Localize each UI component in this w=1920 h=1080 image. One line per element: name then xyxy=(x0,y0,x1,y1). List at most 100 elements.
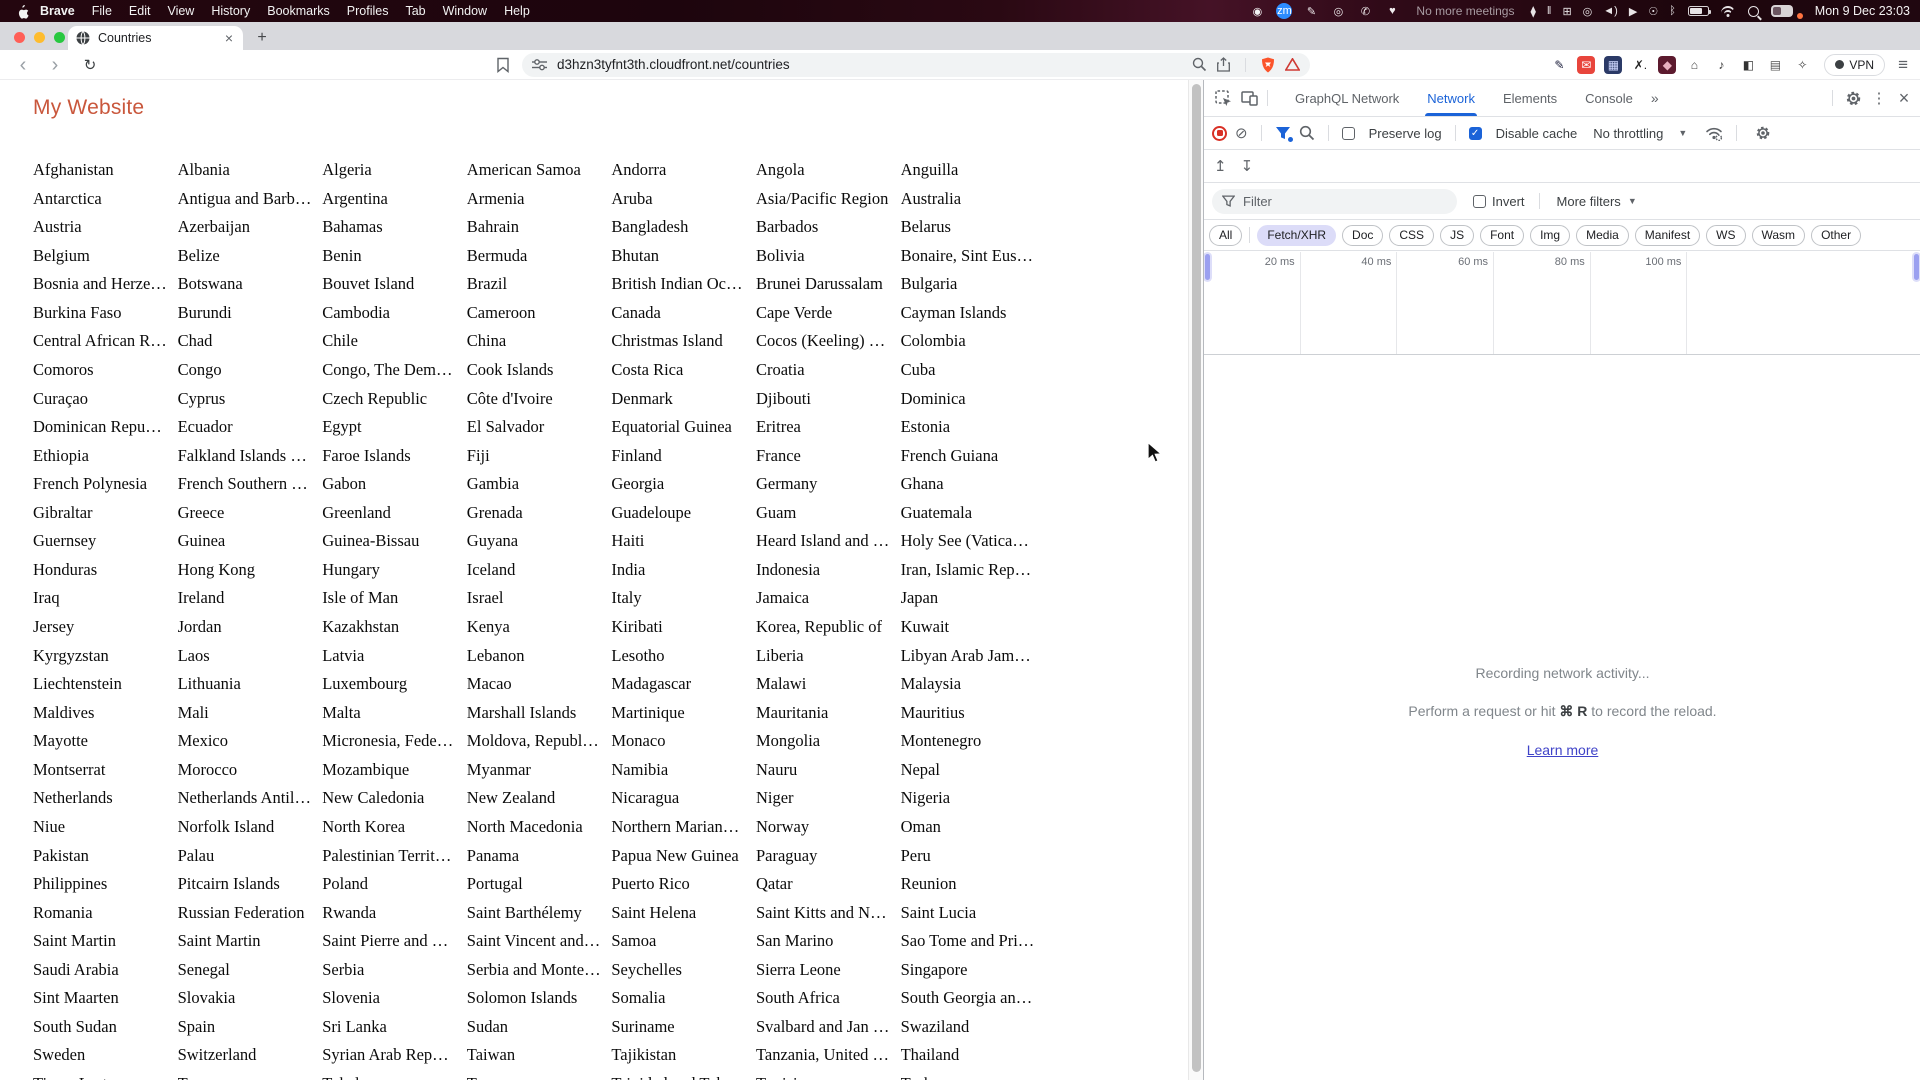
country-cell[interactable]: Faroe Islands xyxy=(322,442,467,471)
country-cell[interactable]: Sweden xyxy=(33,1041,178,1070)
menu-item[interactable]: History xyxy=(211,4,250,18)
throttling-select[interactable]: No throttling xyxy=(1593,126,1663,141)
app-status-icon[interactable]: ✎ xyxy=(1303,3,1319,19)
menu-item[interactable]: Edit xyxy=(129,4,151,18)
system-status-icon[interactable]: ⧫ xyxy=(1530,5,1535,18)
country-cell[interactable]: Liberia xyxy=(756,642,901,671)
country-cell[interactable]: Netherlands xyxy=(33,784,178,813)
country-cell[interactable]: Namibia xyxy=(611,756,756,785)
export-har-icon[interactable]: ↧ xyxy=(1241,157,1254,175)
country-cell[interactable]: Lithuania xyxy=(178,670,323,699)
country-cell[interactable]: Slovakia xyxy=(178,984,323,1013)
menu-item[interactable]: View xyxy=(167,4,194,18)
country-cell[interactable]: Pitcairn Islands xyxy=(178,870,323,899)
country-cell[interactable]: Cayman Islands xyxy=(901,299,1046,328)
country-cell[interactable]: Germany xyxy=(756,470,901,499)
country-cell[interactable]: Norfolk Island xyxy=(178,813,323,842)
system-status-icon[interactable]: ‖ xyxy=(1547,5,1552,17)
request-type-chip[interactable]: JS xyxy=(1440,224,1475,246)
country-cell[interactable]: Andorra xyxy=(611,156,756,185)
request-type-chip[interactable]: Media xyxy=(1576,224,1629,246)
country-cell[interactable]: Thailand xyxy=(901,1041,1046,1070)
invert-checkbox[interactable] xyxy=(1473,194,1486,208)
country-cell[interactable]: Denmark xyxy=(611,385,756,414)
country-cell[interactable]: Poland xyxy=(322,870,467,899)
country-cell[interactable]: Saint Vincent and… xyxy=(467,927,612,956)
country-cell[interactable]: Congo, The Dem… xyxy=(322,356,467,385)
app-status-icon[interactable]: zm xyxy=(1276,3,1293,19)
brave-vpn-button[interactable]: VPN xyxy=(1824,53,1886,76)
menu-item[interactable]: Bookmarks xyxy=(267,4,330,18)
country-cell[interactable]: Nigeria xyxy=(901,784,1046,813)
clear-network-log-icon[interactable]: ⊘ xyxy=(1235,124,1248,142)
country-cell[interactable]: Argentina xyxy=(322,185,467,214)
country-cell[interactable]: Algeria xyxy=(322,156,467,185)
country-cell[interactable]: Papua New Guinea xyxy=(611,842,756,871)
country-cell[interactable]: Guadeloupe xyxy=(611,499,756,528)
country-cell[interactable]: Nicaragua xyxy=(611,784,756,813)
country-cell[interactable]: Saint Kitts and N… xyxy=(756,899,901,928)
country-cell[interactable]: Korea, Republic of xyxy=(756,613,901,642)
country-cell[interactable]: Madagascar xyxy=(611,670,756,699)
extension-icon[interactable]: ▤ xyxy=(1766,56,1784,74)
country-cell[interactable]: Ghana xyxy=(901,470,1046,499)
brave-shield-icon[interactable] xyxy=(1261,57,1275,73)
country-cell[interactable]: Kazakhstan xyxy=(322,613,467,642)
country-cell[interactable]: Fiji xyxy=(467,442,612,471)
country-cell[interactable]: Iraq xyxy=(33,584,178,613)
throttling-caret-icon[interactable]: ▼ xyxy=(1678,128,1687,138)
country-cell[interactable]: Bermuda xyxy=(467,242,612,271)
network-overview-timeline[interactable]: 20 ms 40 ms 60 ms 80 ms 100 ms xyxy=(1204,252,1920,355)
country-cell[interactable]: Morocco xyxy=(178,756,323,785)
country-cell[interactable]: Monaco xyxy=(611,727,756,756)
system-status-icon[interactable]: ☉ xyxy=(1648,5,1658,18)
country-cell[interactable]: Solomon Islands xyxy=(467,984,612,1013)
country-cell[interactable]: Swaziland xyxy=(901,1013,1046,1042)
app-status-icon[interactable]: ♥ xyxy=(1384,3,1400,19)
country-cell[interactable]: Côte d'Ivoire xyxy=(467,385,612,414)
country-cell[interactable]: Pakistan xyxy=(33,842,178,871)
country-cell[interactable]: Congo xyxy=(178,356,323,385)
browser-tab-countries[interactable]: Countries × xyxy=(68,26,243,50)
country-cell[interactable]: Jamaica xyxy=(756,584,901,613)
country-cell[interactable]: Greenland xyxy=(322,499,467,528)
country-cell[interactable]: Azerbaijan xyxy=(178,213,323,242)
extension-icon[interactable]: ◧ xyxy=(1739,56,1757,74)
country-cell[interactable]: Mauritius xyxy=(901,699,1046,728)
country-cell[interactable]: Costa Rica xyxy=(611,356,756,385)
extension-icon[interactable]: ✉ xyxy=(1577,55,1596,74)
country-cell[interactable]: French Polynesia xyxy=(33,470,178,499)
country-cell[interactable]: Russian Federation xyxy=(178,899,323,928)
country-cell[interactable]: Falkland Islands … xyxy=(178,442,323,471)
system-status-icon[interactable]: ▶ xyxy=(1629,5,1637,18)
country-cell[interactable]: Greece xyxy=(178,499,323,528)
country-cell[interactable]: Equatorial Guinea xyxy=(611,413,756,442)
country-cell[interactable]: Kuwait xyxy=(901,613,1046,642)
system-status-icon[interactable]: ◎ xyxy=(1583,5,1593,18)
country-cell[interactable]: Djibouti xyxy=(756,385,901,414)
country-cell[interactable]: American Samoa xyxy=(467,156,612,185)
country-cell[interactable]: Colombia xyxy=(901,327,1046,356)
country-cell[interactable]: Cyprus xyxy=(178,385,323,414)
page-zoom-icon[interactable] xyxy=(1192,57,1207,72)
url-bar[interactable]: d3hzn3tyfnt3th.cloudfront.net/countries xyxy=(522,52,1310,77)
request-type-chip[interactable]: Fetch/XHR xyxy=(1257,224,1337,246)
system-status-icon[interactable]: ᛒ xyxy=(1669,5,1676,17)
system-status-icon[interactable]: ⊞ xyxy=(1562,5,1571,18)
country-cell[interactable]: Saint Lucia xyxy=(901,899,1046,928)
country-cell[interactable]: Seychelles xyxy=(611,956,756,985)
country-cell[interactable]: Palestinian Territ… xyxy=(322,842,467,871)
country-cell[interactable]: Mauritania xyxy=(756,699,901,728)
country-cell[interactable]: Guernsey xyxy=(33,527,178,556)
country-cell[interactable]: Botswana xyxy=(178,270,323,299)
country-cell[interactable]: Serbia xyxy=(322,956,467,985)
country-cell[interactable]: Cambodia xyxy=(322,299,467,328)
country-cell[interactable]: Saint Martin xyxy=(178,927,323,956)
country-cell[interactable]: Philippines xyxy=(33,870,178,899)
country-cell[interactable]: Gibraltar xyxy=(33,499,178,528)
country-cell[interactable]: Kyrgyzstan xyxy=(33,642,178,671)
country-cell[interactable]: Gambia xyxy=(467,470,612,499)
country-cell[interactable]: China xyxy=(467,327,612,356)
country-cell[interactable]: Libyan Arab Jam… xyxy=(901,642,1046,671)
country-cell[interactable]: Syrian Arab Rep… xyxy=(322,1041,467,1070)
